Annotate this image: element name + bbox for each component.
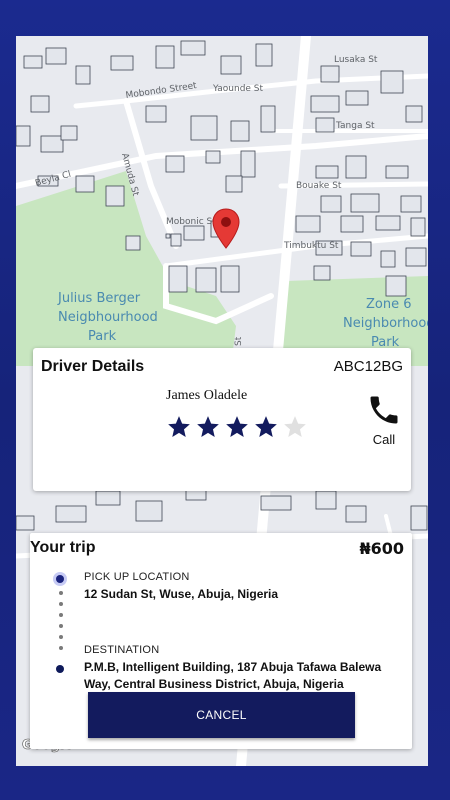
park-label: Zone 6 xyxy=(366,297,412,312)
star-empty-icon xyxy=(284,416,306,437)
call-label: Call xyxy=(372,432,396,447)
call-button[interactable]: Call xyxy=(361,392,407,456)
star-filled-icon xyxy=(226,416,248,437)
park-label: Julius Berger xyxy=(57,291,141,306)
driver-details-title: Driver Details xyxy=(41,358,145,375)
destination-dot-icon xyxy=(56,665,64,673)
street-label: Lusaka St xyxy=(334,55,378,65)
pickup-address: 12 Sudan St, Wuse, Abuja, Nigeria xyxy=(84,587,279,601)
street-label: Yaounde St xyxy=(212,84,264,94)
rating-stars xyxy=(166,414,308,440)
street-label: Bouake St xyxy=(296,181,342,191)
trip-price: ₦600 xyxy=(359,539,404,558)
phone-icon xyxy=(370,396,398,424)
star-filled-icon xyxy=(255,416,277,437)
park-label: Park xyxy=(88,329,117,344)
map-pin-icon xyxy=(212,208,240,249)
pickup-dot-icon xyxy=(56,575,64,583)
street-label: Tanga St xyxy=(335,121,375,131)
street-label: Timbuktu St xyxy=(283,241,339,251)
plate-number: ABC12BG xyxy=(333,358,403,375)
driver-name: James Oladele xyxy=(166,388,248,403)
destination-label: DESTINATION xyxy=(84,644,160,656)
driver-details-card: Driver Details ABC12BG James Oladele Cal… xyxy=(33,348,411,491)
park-label: Neighborhood xyxy=(343,316,428,331)
street-label: Mobonic St xyxy=(166,217,216,227)
destination-address: P.M.B, Intelligent Building, 187 Abuja T… xyxy=(84,660,382,691)
cancel-button[interactable]: CANCEL xyxy=(88,692,355,738)
route-dots xyxy=(59,591,63,657)
pickup-label: PICK UP LOCATION xyxy=(84,571,190,583)
street-label: St xyxy=(234,336,244,346)
park-label: Neigbhourhood xyxy=(58,310,158,325)
star-filled-icon xyxy=(168,416,190,437)
star-filled-icon xyxy=(197,416,219,437)
trip-title: Your trip xyxy=(30,539,96,556)
